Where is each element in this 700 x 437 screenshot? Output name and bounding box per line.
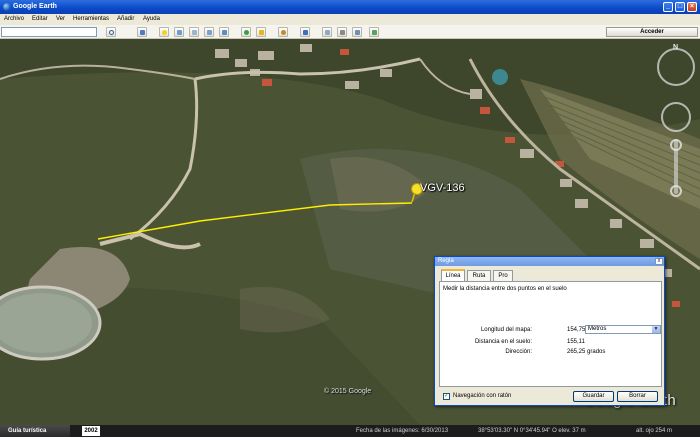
email-icon[interactable] (322, 27, 332, 37)
status-bar: Guía turística 2002 Fecha de las imágene… (0, 425, 700, 437)
sun-icon[interactable] (256, 27, 266, 37)
mouse-navigation-label: Navegación con ratón (453, 393, 512, 399)
tour-guide-button[interactable]: Guía turística (0, 425, 70, 437)
window-title: Google Earth (13, 3, 57, 10)
print-icon[interactable] (337, 27, 347, 37)
menu-anadir[interactable]: Añadir (117, 16, 134, 22)
image-overlay-icon[interactable] (204, 27, 214, 37)
ruler-close-button[interactable]: x (655, 258, 663, 265)
planets-icon[interactable] (278, 27, 288, 37)
heading-value: 265,25 grados (567, 349, 606, 355)
ground-length-label: Distancia en el suelo: (474, 339, 532, 345)
search-icon[interactable] (106, 27, 116, 37)
maximize-button[interactable]: □ (675, 2, 685, 12)
save-image-icon[interactable] (352, 27, 362, 37)
record-tour-icon[interactable] (219, 27, 229, 37)
toolbar: Acceder (0, 25, 700, 39)
minimize-button[interactable]: _ (663, 2, 673, 12)
chevron-down-icon[interactable]: ▼ (652, 326, 660, 333)
tab-pro[interactable]: Pro (493, 270, 513, 281)
ground-length-value: 155,11 (567, 339, 585, 345)
move-control[interactable] (661, 102, 691, 132)
title-bar: Google Earth _ □ × (0, 0, 700, 14)
ruler-icon[interactable] (300, 27, 310, 37)
ruler-panel: Medir la distancia entre dos puntos en e… (439, 281, 662, 387)
eye-altitude: alt. ojo 254 m (636, 428, 673, 434)
unit-select[interactable]: Metros ▼ (585, 325, 661, 334)
historical-imagery-icon[interactable] (241, 27, 251, 37)
unit-select-value: Metros (588, 326, 607, 332)
menu-archivo[interactable]: Archivo (4, 16, 24, 22)
sidebar-icon[interactable] (137, 27, 147, 37)
mouse-navigation-checkbox[interactable]: ✓ (443, 393, 450, 400)
clear-button[interactable]: Borrar (617, 391, 658, 402)
google-earth-app-icon (3, 3, 11, 11)
imagery-date: Fecha de las imágenes: 6/30/2013 (356, 428, 449, 434)
close-button[interactable]: × (687, 2, 697, 12)
ruler-dialog: Regla x Línea Ruta Pro Medir la distanci… (434, 256, 665, 406)
coordinates-readout: 38°53'03.30" N 0°34'45.94" O elev. 37 m (478, 428, 586, 434)
north-indicator-icon[interactable]: N (673, 44, 678, 51)
google-earth-window: Google Earth _ □ × Archivo Editar Ver He… (0, 0, 700, 437)
save-button[interactable]: Guardar (573, 391, 614, 402)
copyright-text: © 2015 Google (324, 388, 372, 395)
placemark-label[interactable]: VGV-136 (420, 182, 465, 194)
tab-ruta[interactable]: Ruta (467, 270, 491, 281)
heading-label: Dirección: (505, 349, 532, 355)
earth-map-view[interactable]: VGV-136 © 2015 Google Google Earth N Reg… (0, 39, 700, 425)
imagery-year-badge[interactable]: 2002 (82, 426, 100, 436)
menu-bar: Archivo Editar Ver Herramientas Añadir A… (0, 14, 700, 25)
menu-editar[interactable]: Editar (32, 16, 48, 22)
placemark-icon[interactable] (159, 27, 169, 37)
compass-look-control[interactable] (657, 48, 695, 86)
sign-in-button[interactable]: Acceder (606, 27, 698, 37)
ruler-dialog-title: Regla (435, 257, 664, 266)
search-input[interactable] (1, 27, 97, 37)
map-length-label: Longitud del mapa: (480, 327, 532, 333)
zoom-in-icon[interactable] (670, 139, 682, 151)
map-length-value: 154,75 (567, 327, 586, 333)
tab-linea[interactable]: Línea (441, 269, 465, 281)
menu-ayuda[interactable]: Ayuda (143, 16, 160, 22)
menu-ver[interactable]: Ver (56, 16, 65, 22)
menu-herramientas[interactable]: Herramientas (73, 16, 109, 22)
path-icon[interactable] (189, 27, 199, 37)
ruler-description: Medir la distancia entre dos puntos en e… (443, 286, 567, 292)
zoom-out-icon[interactable] (670, 185, 682, 197)
maps-icon[interactable] (369, 27, 379, 37)
polygon-icon[interactable] (174, 27, 184, 37)
